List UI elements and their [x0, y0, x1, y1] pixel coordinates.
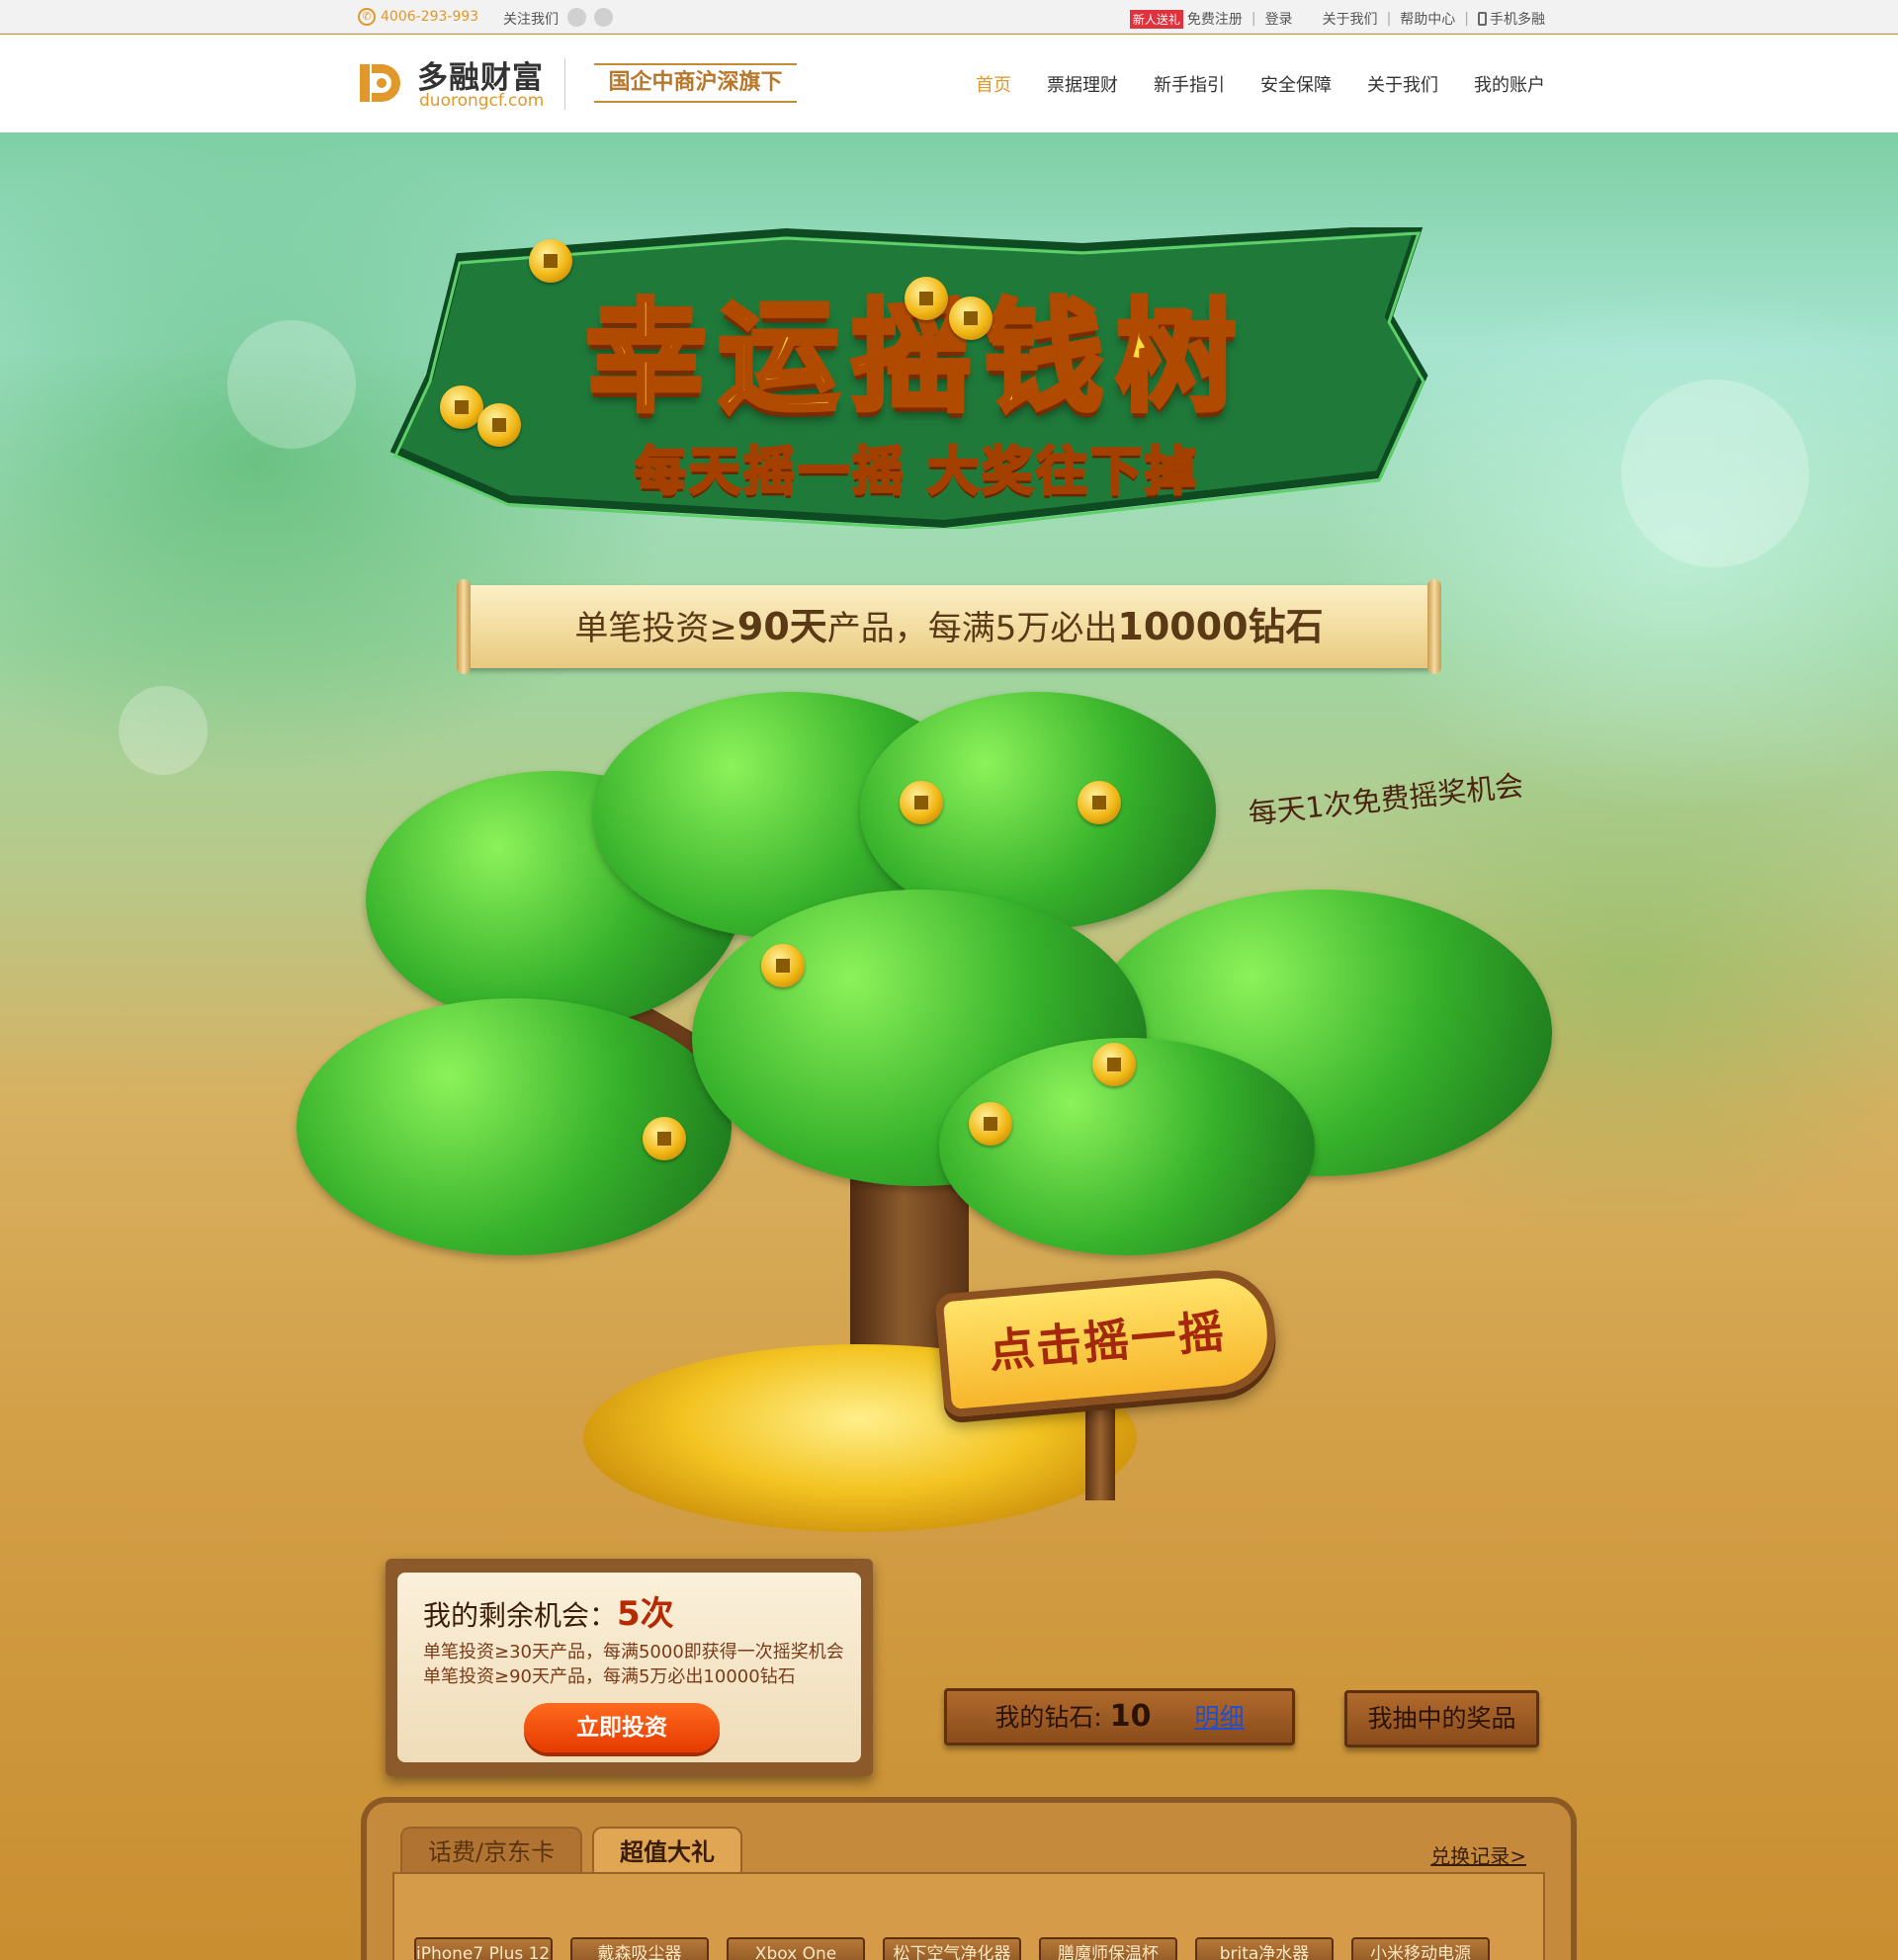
remaining-chances-count: 5次 — [617, 1594, 674, 1634]
light-bokeh — [1621, 380, 1809, 567]
gold-coin-icon — [761, 944, 805, 987]
help-link[interactable]: 帮助中心 — [1400, 9, 1455, 29]
divider: | — [1386, 11, 1392, 27]
register-link[interactable]: 免费注册 — [1187, 9, 1243, 29]
remaining-chances-board: 我的剩余机会：5次 单笔投资≥30天产品，每满5000即获得一次摇奖机会 单笔投… — [386, 1559, 873, 1776]
slogan: 国企中商沪深旗下 — [594, 63, 797, 103]
nav-my-account[interactable]: 我的账户 — [1474, 71, 1545, 97]
prize-item[interactable]: iPhone7 Plus 128G — [414, 1937, 553, 1960]
board-paper: 我的剩余机会：5次 单笔投资≥30天产品，每满5000即获得一次摇奖机会 单笔投… — [397, 1573, 861, 1762]
diamonds-label: 我的钻石: — [994, 1703, 1110, 1732]
sign-post — [1085, 1402, 1115, 1500]
login-link[interactable]: 登录 — [1265, 9, 1293, 29]
divider: | — [1464, 11, 1469, 27]
nav-home[interactable]: 首页 — [976, 71, 1011, 97]
top-links: 新人送礼 免费注册 | 登录 关于我们 | 帮助中心 | 手机多融 — [1129, 9, 1545, 29]
prize-item[interactable]: 戴森吸尘器 — [570, 1937, 709, 1960]
nav-security[interactable]: 安全保障 — [1260, 71, 1332, 97]
gold-coin-icon — [905, 277, 948, 320]
gold-coin-icon — [900, 781, 943, 824]
diamonds-plaque: 我的钻石: 10 明细 — [944, 1688, 1295, 1746]
hotline-number: 4006-293-993 — [381, 9, 479, 25]
nav-bill-finance[interactable]: 票据理财 — [1047, 71, 1118, 97]
scroll-prefix: 单笔投资≥ — [574, 609, 737, 648]
remaining-chances-label: 我的剩余机会： — [423, 1599, 618, 1632]
gold-coin-icon — [949, 297, 992, 340]
prize-item[interactable]: 松下空气净化器 — [883, 1937, 1021, 1960]
prize-item[interactable]: 膳魔师保温杯 — [1039, 1937, 1177, 1960]
prize-list: iPhone7 Plus 128G 戴森吸尘器 Xbox One 松下空气净化器… — [414, 1937, 1490, 1960]
follow-us-label: 关注我们 — [503, 12, 559, 28]
hotline: ✆ 4006-293-993 — [358, 8, 478, 26]
site-header: 多融财富 duorongcf.com 国企中商沪深旗下 首页 票据理财 新手指引… — [0, 35, 1898, 132]
gold-coin-icon — [969, 1102, 1012, 1146]
nav-about[interactable]: 关于我们 — [1367, 71, 1438, 97]
mobile-app-link[interactable]: 手机多融 — [1490, 9, 1545, 29]
mobile-phone-icon — [1478, 12, 1487, 26]
diamonds-detail-link[interactable]: 明细 — [1195, 1703, 1245, 1732]
rule-line: 单笔投资≥30天产品，每满5000即获得一次摇奖机会 — [423, 1642, 844, 1662]
gold-coin-icon — [477, 403, 521, 447]
nav-beginner-guide[interactable]: 新手指引 — [1154, 71, 1225, 97]
invest-now-button[interactable]: 立即投资 — [524, 1703, 720, 1752]
remaining-chances: 我的剩余机会：5次 — [423, 1586, 674, 1635]
redeem-record-link[interactable]: 兑换记录> — [1430, 1840, 1526, 1869]
my-prizes-button[interactable]: 我抽中的奖品 — [1344, 1690, 1539, 1747]
new-user-gift-badge: 新人送礼 — [1129, 9, 1183, 29]
prize-item[interactable]: brita净水器 — [1195, 1937, 1334, 1960]
scroll-days: 90天 — [736, 605, 827, 648]
logo-divider — [564, 58, 565, 110]
diamonds-value: 10 — [1109, 1699, 1152, 1734]
rule-line: 单笔投资≥90天产品，每满5万必出10000钻石 — [423, 1666, 796, 1687]
scroll-middle: 产品，每满5万必出 — [826, 609, 1118, 648]
title-banner: 幸运摇钱树 每天摇一摇 大奖往下掉 — [390, 227, 1443, 529]
event-subtitle: 每天摇一摇 大奖往下掉 — [633, 442, 1200, 504]
shake-button-label: 点击摇一摇 — [987, 1304, 1228, 1379]
gold-coin-icon — [1092, 1043, 1136, 1086]
tab-phone-jd-card[interactable]: 话费/京东卡 — [400, 1827, 583, 1876]
wechat-icon[interactable] — [594, 8, 613, 27]
gold-coin-icon — [529, 239, 572, 283]
logo-domain: duorongcf.com — [419, 91, 545, 111]
about-link[interactable]: 关于我们 — [1323, 9, 1378, 29]
main-nav: 首页 票据理财 新手指引 安全保障 关于我们 我的账户 — [976, 71, 1545, 97]
promo-scroll: 单笔投资≥90天产品，每满5万必出10000钻石 — [457, 579, 1441, 674]
gold-coin-icon — [1078, 781, 1121, 824]
prize-item[interactable]: Xbox One — [727, 1937, 865, 1960]
weibo-icon[interactable] — [567, 8, 586, 27]
divider: | — [1251, 11, 1256, 27]
prize-item[interactable]: 小米移动电源 — [1351, 1937, 1490, 1960]
light-bokeh — [119, 686, 208, 775]
scroll-diamonds: 10000钻石 — [1117, 605, 1324, 648]
prize-panel: 话费/京东卡 超值大礼 兑换记录> iPhone7 Plus 128G 戴森吸尘… — [361, 1797, 1577, 1960]
gold-coin-icon — [643, 1117, 686, 1160]
phone-icon: ✆ — [358, 8, 376, 26]
light-bokeh — [227, 320, 356, 449]
top-utility-bar: ✆ 4006-293-993 关注我们 新人送礼 免费注册 | 登录 关于我们 … — [0, 0, 1898, 34]
logo-icon[interactable] — [358, 58, 405, 106]
tab-premium-gifts[interactable]: 超值大礼 — [592, 1827, 742, 1876]
